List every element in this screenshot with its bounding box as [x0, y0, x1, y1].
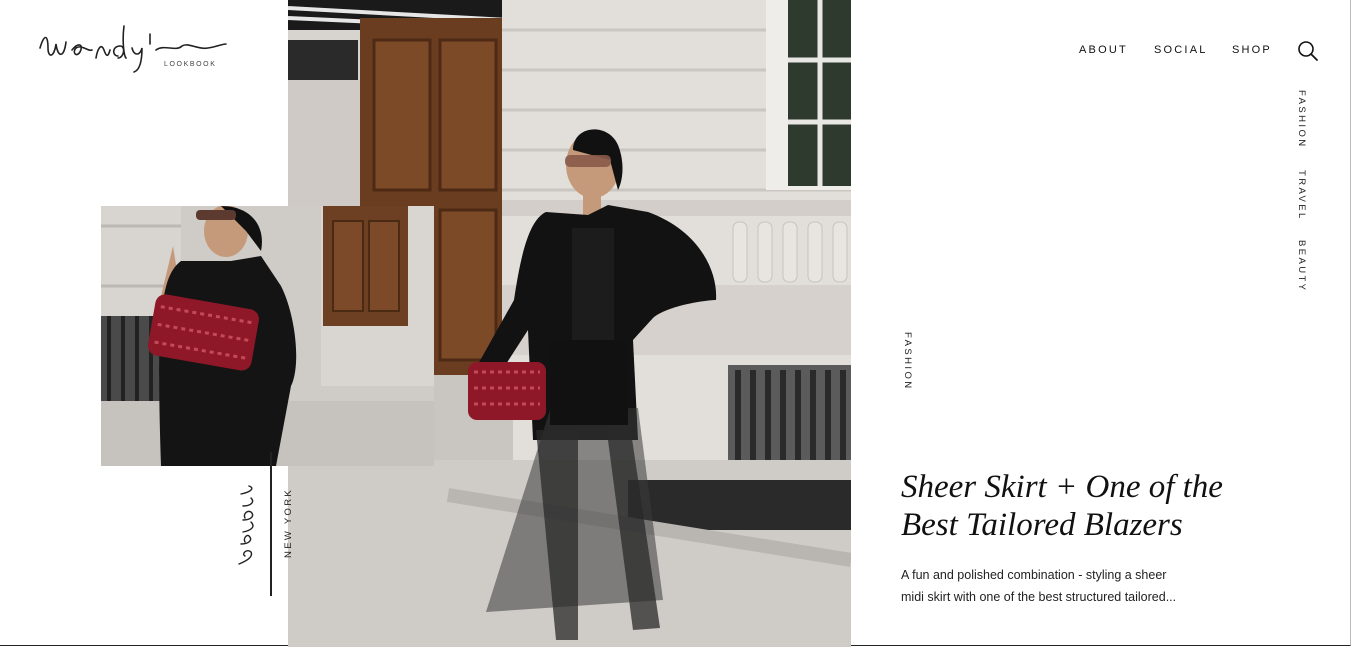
post-category[interactable]: FASHION: [902, 332, 913, 391]
post-excerpt: A fun and polished combination - styling…: [901, 564, 1201, 608]
post-location: NEW YORK: [283, 488, 294, 558]
logo-subtitle: LOOKBOOK: [164, 61, 217, 68]
nav-shop[interactable]: SHOP: [1232, 44, 1272, 56]
search-icon: [1298, 41, 1318, 61]
vertical-nav-travel[interactable]: TRAVEL: [1296, 170, 1307, 221]
nav-social[interactable]: SOCIAL: [1154, 44, 1208, 56]
date-divider: [270, 452, 272, 596]
post-title[interactable]: Sheer Skirt + One of the Best Tailored B…: [901, 468, 1261, 544]
nav-about[interactable]: ABOUT: [1079, 44, 1128, 56]
vertical-nav-fashion[interactable]: FASHION: [1296, 90, 1307, 149]
date-script-graphic: [238, 485, 254, 565]
secondary-image[interactable]: [101, 206, 434, 466]
post-title-line-1: Sheer Skirt + One of the: [901, 469, 1223, 505]
search-button[interactable]: [1297, 40, 1319, 62]
post-title-line-2: Best Tailored Blazers: [901, 507, 1183, 543]
vertical-nav-beauty[interactable]: BEAUTY: [1296, 240, 1307, 292]
post-excerpt-line-1: A fun and polished combination - styling…: [901, 568, 1167, 582]
secondary-illustration: [101, 206, 434, 466]
post-excerpt-line-2: midi skirt with one of the best structur…: [901, 590, 1177, 604]
